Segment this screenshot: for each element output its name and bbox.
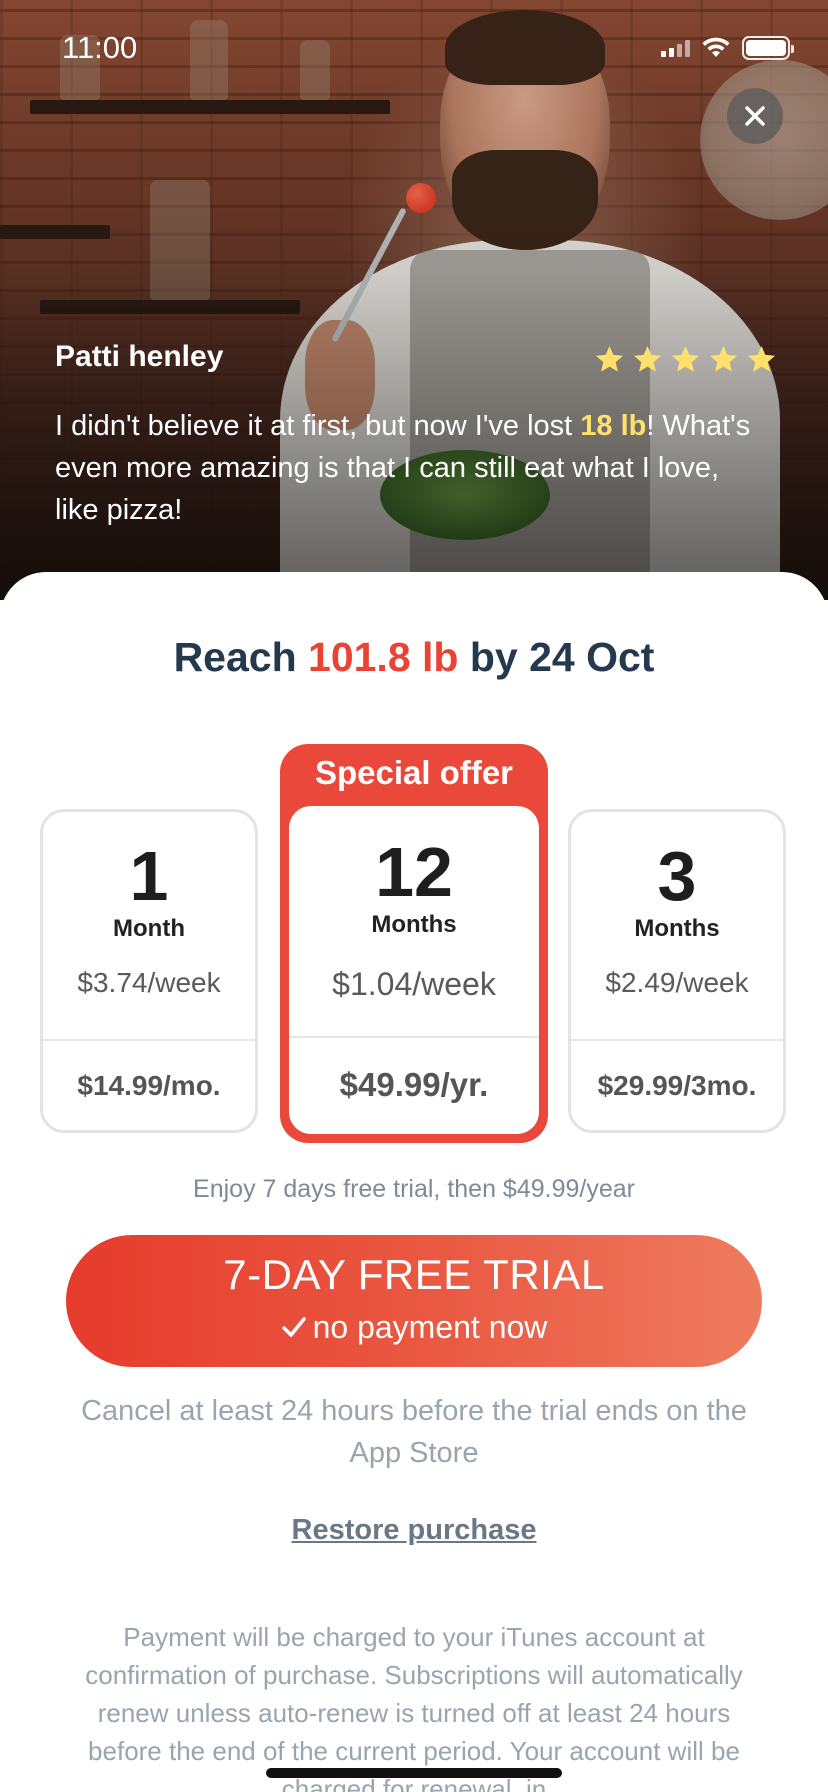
restore-purchase-link[interactable]: Restore purchase: [0, 1514, 828, 1547]
cta-sub-text: no payment now: [312, 1309, 548, 1345]
goal-prefix: Reach: [173, 634, 309, 680]
reviewer-name: Patti henley: [55, 340, 224, 373]
star-icon: [595, 345, 624, 372]
close-icon: [745, 106, 765, 126]
plan-option-3-months[interactable]: 3 Months $2.49/week $29.99/3mo.: [568, 809, 786, 1133]
plan-total-price: $49.99/yr.: [339, 1066, 489, 1103]
plan-duration-number: 1: [129, 837, 169, 915]
plan-card-featured: 12 Months $1.04/week $49.99/yr.: [289, 806, 539, 1134]
plan-total-price: $29.99/3mo.: [597, 1070, 757, 1101]
signal-icon: [661, 39, 690, 57]
rating-stars: [594, 344, 777, 375]
legal-text: Payment will be charged to your iTunes a…: [85, 1622, 743, 1792]
cta-main-label: 7-DAY FREE TRIAL: [223, 1251, 605, 1298]
review-text-start: I didn't believe it at first, but now I'…: [55, 410, 581, 442]
home-indicator: [266, 1768, 562, 1778]
star-icon: [671, 345, 700, 372]
plan-total-price: $14.99/mo.: [77, 1070, 221, 1101]
status-time: 11:00: [62, 30, 138, 65]
review-text: I didn't believe it at first, but now I'…: [55, 405, 755, 531]
plan-divider: [571, 1039, 783, 1041]
hero-photo: 11:00 Patti henley I didn't believe it a…: [0, 0, 828, 600]
plan-option-12-months[interactable]: Special offer 12 Months $1.04/week $49.9…: [280, 744, 548, 1143]
plan-duration-number: 3: [657, 837, 697, 915]
goal-weight: 101.8 lb: [308, 634, 459, 680]
star-icon: [747, 345, 776, 372]
plan-divider: [289, 1036, 539, 1038]
trial-note: Enjoy 7 days free trial, then $49.99/yea…: [193, 1175, 635, 1203]
cta-sub-label: no payment now: [66, 1309, 762, 1346]
plan-weekly-price: $1.04/week: [332, 966, 496, 1002]
close-button[interactable]: [727, 88, 783, 144]
plan-duration-unit: Month: [113, 915, 185, 942]
special-offer-badge: Special offer: [314, 754, 514, 791]
star-icon: [633, 345, 662, 372]
star-icon: [709, 345, 738, 372]
start-trial-button[interactable]: 7-DAY FREE TRIAL no payment now: [66, 1235, 762, 1367]
goal-date: by 24 Oct: [458, 634, 655, 680]
plan-duration-unit: Months: [371, 911, 457, 938]
cancel-note: Cancel at least 24 hours before the tria…: [81, 1395, 747, 1469]
battery-icon: [742, 36, 794, 60]
checkmark-icon: [281, 1317, 306, 1337]
wifi-icon: [702, 37, 730, 57]
plan-divider: [43, 1039, 255, 1041]
plan-weekly-price: $2.49/week: [605, 967, 749, 998]
goal-heading: Reach 101.8 lb by 24 Oct: [0, 634, 828, 681]
plan-option-1-month[interactable]: 1 Month $3.74/week $14.99/mo.: [40, 809, 258, 1133]
plan-duration-number: 12: [375, 833, 453, 911]
paywall-sheet: Reach 101.8 lb by 24 Oct 1 Month $3.74/w…: [0, 572, 828, 1792]
review-highlight: 18 lb: [580, 410, 647, 442]
plan-duration-unit: Months: [634, 915, 720, 942]
plan-weekly-price: $3.74/week: [77, 967, 221, 998]
status-icons: [661, 36, 794, 60]
